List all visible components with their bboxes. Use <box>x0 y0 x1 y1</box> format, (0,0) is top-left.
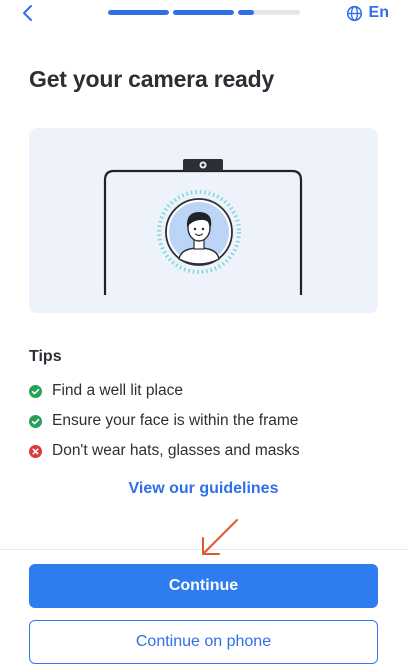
tip-label: Don't wear hats, glasses and masks <box>52 442 300 459</box>
check-circle-icon <box>29 414 42 428</box>
laptop-frame-icon <box>103 159 303 295</box>
progress-step <box>173 10 234 15</box>
language-label: En <box>368 4 389 21</box>
continue-on-phone-button[interactable]: Continue on phone <box>29 620 378 664</box>
tips-heading: Tips <box>29 348 62 365</box>
globe-icon <box>346 5 362 21</box>
tip-item: Find a well lit place <box>29 376 300 406</box>
progress-step <box>238 10 300 15</box>
language-selector[interactable]: En <box>346 4 389 22</box>
continue-button[interactable]: Continue <box>29 564 378 608</box>
progress-steps <box>108 10 300 15</box>
chevron-left-icon <box>23 5 32 21</box>
tip-item: Don't wear hats, glasses and masks <box>29 436 300 466</box>
tip-item: Ensure your face is within the frame <box>29 406 300 436</box>
tip-label: Find a well lit place <box>52 382 183 399</box>
annotation-arrow-icon <box>202 519 238 555</box>
progress-step <box>108 10 169 15</box>
top-bar: En <box>0 0 407 30</box>
page-title: Get your camera ready <box>29 66 275 92</box>
webcam-icon <box>183 159 223 171</box>
tips-list: Find a well lit place Ensure your face i… <box>29 376 300 466</box>
check-circle-icon <box>29 384 42 398</box>
face-avatar-icon <box>157 190 241 274</box>
tip-label: Ensure your face is within the frame <box>52 412 299 429</box>
view-guidelines-link[interactable]: View our guidelines <box>0 480 407 498</box>
camera-illustration <box>29 128 378 313</box>
cross-circle-icon <box>29 444 42 458</box>
back-button[interactable] <box>18 3 38 23</box>
